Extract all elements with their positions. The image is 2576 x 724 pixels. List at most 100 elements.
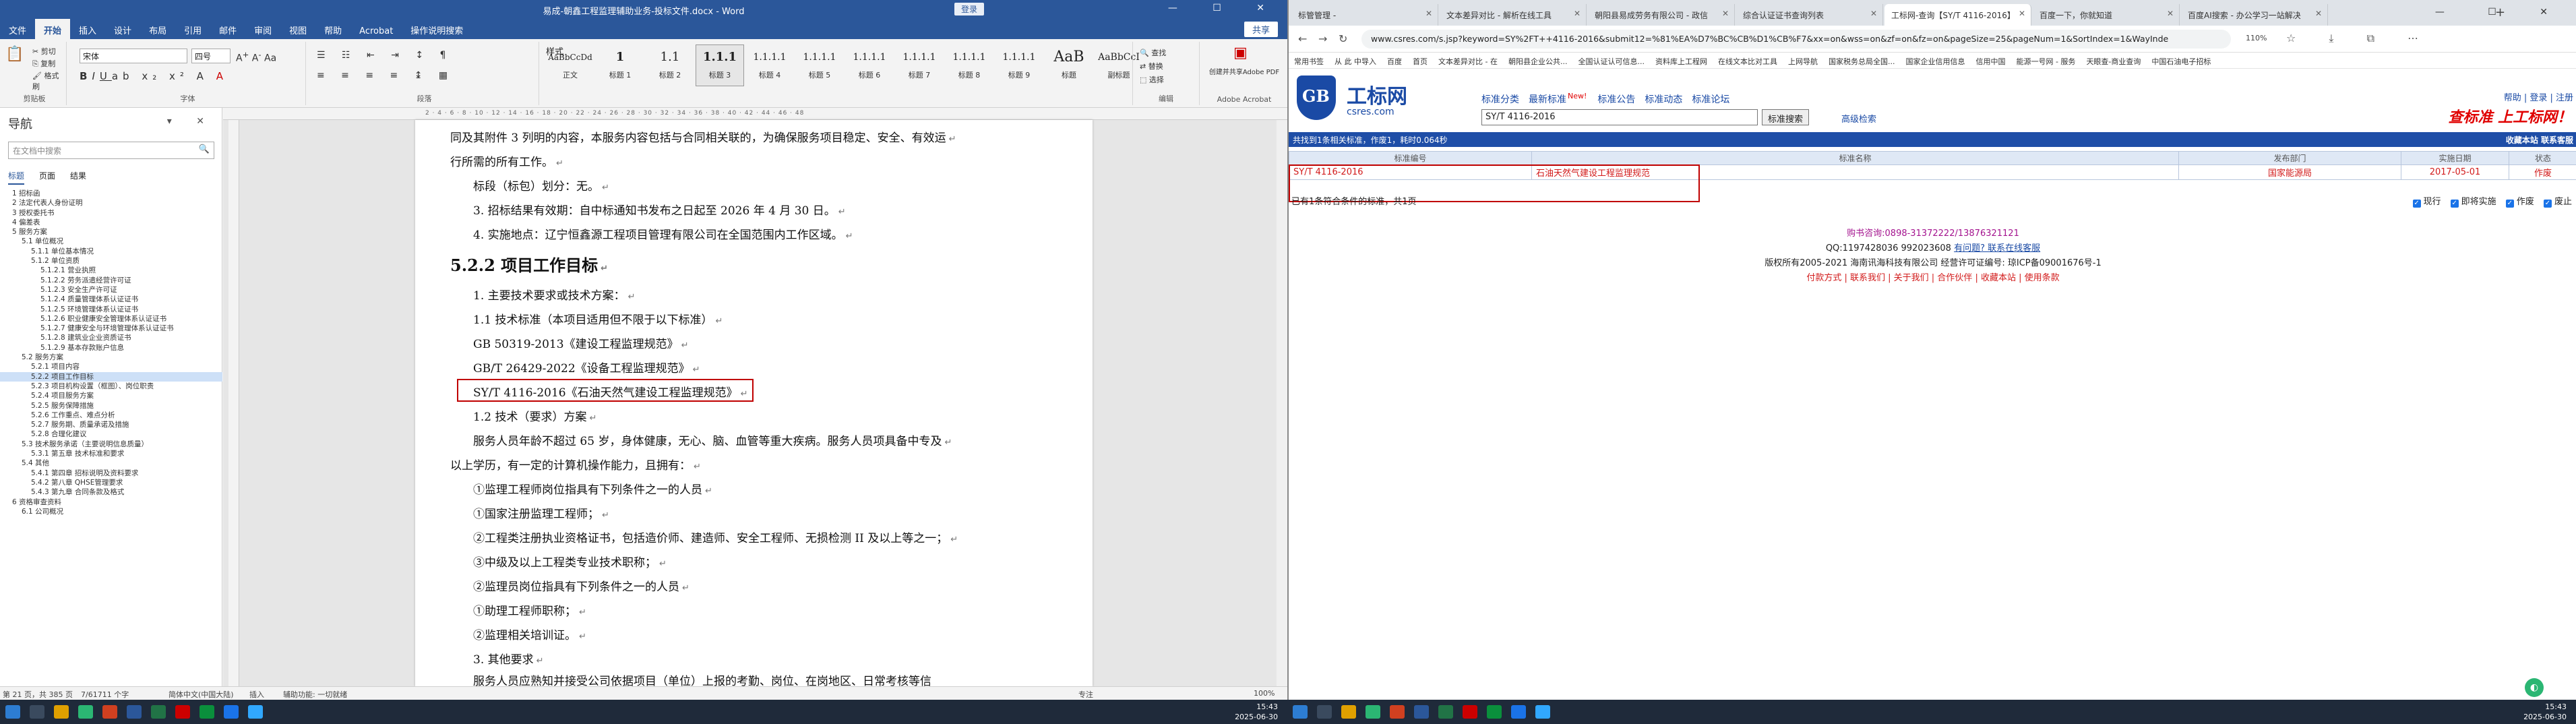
search-icon[interactable] xyxy=(1317,705,1332,719)
close-icon[interactable]: ✕ xyxy=(2315,9,2322,18)
chrome-icon[interactable] xyxy=(78,705,93,719)
close-icon[interactable]: ✕ xyxy=(1870,9,1877,18)
checkbox-icon[interactable]: ✓ xyxy=(2450,200,2459,208)
close-icon[interactable]: ✕ xyxy=(1425,9,1432,18)
clock-left[interactable]: 15:43 2025-06-30 xyxy=(1235,702,1278,722)
zoom-indicator[interactable]: 110% xyxy=(2246,34,2267,42)
nav-heading-item[interactable]: 5.1.1 单位基本情况 xyxy=(0,247,222,256)
format-painter-button[interactable]: 🖌 格式刷 xyxy=(32,70,66,92)
style-heading1[interactable]: 1 标题 1 xyxy=(596,44,644,86)
nav-heading-item[interactable]: 5.1.2.6 职业健康安全管理体系认证证书 xyxy=(0,314,222,324)
nav-heading-item[interactable]: 5.2.1 项目内容 xyxy=(0,362,222,371)
tab-references[interactable]: 引用 xyxy=(175,19,210,39)
close-icon[interactable]: ✕ xyxy=(1574,9,1581,18)
nav-heading-item[interactable]: 6.1 公司概况 xyxy=(0,507,222,516)
advanced-search-link[interactable]: 高级检索 xyxy=(1841,112,1876,125)
pdf-icon[interactable] xyxy=(175,705,190,719)
browser-tool-icons[interactable]: ☆ ⤓ ⧉ ⋯ xyxy=(2286,32,2433,45)
nav-heading-item[interactable]: 5.4.1 第四章 招标说明及资料要求 xyxy=(0,469,222,478)
start-icon[interactable] xyxy=(5,705,20,719)
status-language[interactable]: 简体中文(中国大陆) xyxy=(168,689,234,700)
bookmark-item[interactable]: 首页 xyxy=(1413,56,1428,67)
tab-insert[interactable]: 插入 xyxy=(70,19,105,39)
tell-me-search[interactable]: 操作说明搜索 xyxy=(402,19,472,39)
browser-icon[interactable] xyxy=(1511,705,1526,719)
address-bar[interactable]: www.csres.com/s.jsp?keyword=SY%2FT++4116… xyxy=(1361,30,2231,49)
nav-heading-item[interactable]: 5.1.2.8 建筑业企业资质证书 xyxy=(0,333,222,342)
chrome-icon[interactable] xyxy=(1366,705,1380,719)
bookmark-item[interactable]: 中国石油电子招标 xyxy=(2151,56,2211,67)
nav-heading-item[interactable]: 5.2.4 项目服务方案 xyxy=(0,391,222,400)
site-account-links[interactable]: 帮助 | 登录 | 注册 xyxy=(2504,90,2573,103)
bookmark-item[interactable]: 从 此 中导入 xyxy=(1335,56,1376,67)
browser-icon[interactable] xyxy=(224,705,239,719)
style-heading2[interactable]: 1.1 标题 2 xyxy=(646,44,694,86)
nav-heading-item[interactable]: 4 偏差表 xyxy=(0,218,222,227)
nav-heading-item[interactable]: 5.1.2.3 安全生产许可证 xyxy=(0,285,222,295)
nav-heading-item[interactable]: 5.1 单位概况 xyxy=(0,237,222,246)
result-bar-links[interactable]: 收藏本站 联系客服 xyxy=(2506,134,2573,146)
status-zoom[interactable]: 100% xyxy=(1254,689,1275,698)
share-button[interactable]: 共享 xyxy=(1244,22,1278,37)
search-icon[interactable]: 🔍 xyxy=(199,144,210,154)
nav-heading-item[interactable]: 5.1.2 单位资质 xyxy=(0,256,222,266)
status-accessibility[interactable]: 辅助功能: 一切就绪 xyxy=(283,689,347,700)
nav-heading-item[interactable]: 5.1.2.5 环境管理体系认证证书 xyxy=(0,305,222,314)
tab-home[interactable]: 开始 xyxy=(35,19,71,39)
filter-obsolete[interactable]: 作废 xyxy=(2517,197,2534,207)
app-icon[interactable] xyxy=(1390,705,1405,719)
pdf-icon[interactable] xyxy=(1463,705,1477,719)
tab-view[interactable]: 视图 xyxy=(280,19,315,39)
word-icon[interactable] xyxy=(127,705,142,719)
style-normal[interactable]: AaBbCcDd 正文 xyxy=(546,44,594,86)
nav-heading-item[interactable]: 5.2.2 项目工作目标 xyxy=(0,371,222,382)
nav-heading-item[interactable]: 5.2.7 服务期、质量承诺及措施 xyxy=(0,420,222,429)
nav-tab-pages[interactable]: 页面 xyxy=(39,171,55,183)
footer-links[interactable]: 付款方式 | 联系我们 | 关于我们 | 合作伙伴 | 收藏本站 | 使用条款 xyxy=(1289,271,2576,286)
nav-heading-item[interactable]: 5.4 其他 xyxy=(0,458,222,468)
word-window-controls[interactable]: — ☐ ✕ xyxy=(1168,3,1281,13)
bookmark-item[interactable]: 资料库上工程网 xyxy=(1655,56,1707,67)
style-heading4[interactable]: 1.1.1.1 标题 4 xyxy=(745,44,794,86)
find-button[interactable]: 🔍 查找 xyxy=(1140,47,1166,58)
nav-heading-item[interactable]: 5.2.3 项目机构设置（框图）、岗位职责 xyxy=(0,382,222,391)
bookmark-item[interactable]: 百度 xyxy=(1387,56,1402,67)
nav-heading-item[interactable]: 5 服务方案 xyxy=(0,227,222,237)
filter-upcoming[interactable]: 即将实施 xyxy=(2461,197,2496,207)
start-icon[interactable] xyxy=(1293,705,1308,719)
forward-icon[interactable]: → xyxy=(1318,32,1327,45)
explorer-icon[interactable] xyxy=(1341,705,1356,719)
style-title[interactable]: AaB 标题 xyxy=(1045,44,1093,86)
align-buttons[interactable]: ≡ ≡ ≡ ≡ ↨ ▦ xyxy=(317,70,454,81)
nav-heading-item[interactable]: 5.1.2.2 劳务派遣经营许可证 xyxy=(0,276,222,285)
browser-tab[interactable]: 百度AI搜索 - 办公学习一站解决 ✕ xyxy=(2181,4,2328,26)
bookmark-item[interactable]: 在线文本比对工具 xyxy=(1718,56,1777,67)
nav-heading-item[interactable]: 5.2 服务方案 xyxy=(0,353,222,362)
tab-design[interactable]: 设计 xyxy=(105,19,140,39)
close-icon[interactable]: ✕ xyxy=(2167,9,2174,18)
font-name-select[interactable]: 宋体 xyxy=(80,49,187,63)
back-icon[interactable]: ← xyxy=(1298,32,1307,45)
pdf-icon[interactable]: ▣ xyxy=(1233,44,1248,61)
bookmark-item[interactable]: 文本差异对比 - 在 xyxy=(1438,56,1498,67)
nav-tab-results[interactable]: 结果 xyxy=(70,171,86,183)
font-format-buttons[interactable]: BIUab x₂ x² A A xyxy=(80,70,228,82)
nav-heading-item[interactable]: 5.1.2.7 健康安全与环境管理体系认证证书 xyxy=(0,324,222,333)
nav-heading-item[interactable]: 5.3 技术服务承诺（主要说明信息质量） xyxy=(0,440,222,449)
cut-button[interactable]: ✂ 剪切 xyxy=(32,46,56,57)
bookmark-item[interactable]: 常用书签 xyxy=(1294,56,1324,67)
standard-search-button[interactable]: 标准搜索 xyxy=(1762,109,1810,125)
bookmark-item[interactable]: 信用中国 xyxy=(1975,56,2005,67)
tab-review[interactable]: 审阅 xyxy=(245,19,280,39)
font-size-select[interactable]: 四号 xyxy=(191,49,231,63)
standard-search-input[interactable]: SY/T 4116-2016 xyxy=(1481,109,1758,125)
status-mode[interactable]: 插入 xyxy=(249,689,264,700)
nav-pane-controls[interactable]: ▾ ✕ xyxy=(167,116,215,127)
nav-heading-item[interactable]: 3 授权委托书 xyxy=(0,208,222,218)
menu-item[interactable]: 标准分类 xyxy=(1481,94,1519,105)
bookmark-item[interactable]: 朝阳县企业公共... xyxy=(1508,56,1568,67)
wechat-icon[interactable] xyxy=(200,705,214,719)
browser-tab[interactable]: 文本差异对比 - 解析在线工具 ✕ xyxy=(1440,4,1587,26)
nav-heading-item[interactable]: 2 法定代表人身份证明 xyxy=(0,198,222,208)
browser-tab[interactable]: 朝阳县易成劳务有限公司 - 政信 ✕ xyxy=(1588,4,1735,26)
